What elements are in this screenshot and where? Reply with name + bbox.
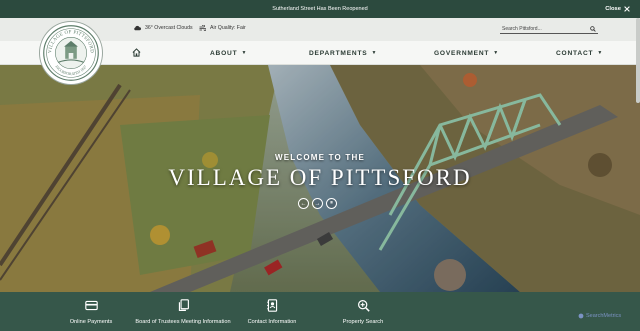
quick-links-bar: Online Payments Board of Trustees Meetin… bbox=[0, 292, 640, 331]
prev-icon[interactable]: ← bbox=[298, 198, 309, 209]
chevron-down-icon: ▼ bbox=[597, 50, 604, 56]
chevron-down-icon: ▼ bbox=[241, 50, 248, 56]
alert-message[interactable]: Sutherland Street Has Been Reopened bbox=[272, 6, 367, 12]
nav-about-label: ABOUT bbox=[210, 49, 238, 57]
quick-link-board-meetings[interactable]: Board of Trustees Meeting Information bbox=[130, 292, 236, 331]
slideshow-controls: ← → ⏸ bbox=[298, 198, 337, 209]
wind-icon bbox=[199, 25, 206, 31]
nav-contact-label: CONTACT bbox=[556, 49, 594, 57]
close-icon bbox=[624, 6, 630, 12]
page: Sutherland Street Has Been Reopened Clos… bbox=[0, 0, 640, 331]
hero-banner: WELCOME TO THE VILLAGE OF PITTSFORD ← → … bbox=[0, 65, 640, 292]
village-seal-logo[interactable]: VILLAGE OF PITTSFORD INCORPORATED 1827 bbox=[40, 22, 102, 84]
watermark: SearchMetrics bbox=[578, 313, 621, 319]
nav-departments[interactable]: DEPARTMENTS ▼ bbox=[309, 41, 377, 65]
page-scrollbar[interactable] bbox=[636, 18, 640, 103]
quick-link-online-payments[interactable]: Online Payments bbox=[60, 292, 122, 331]
quick-link-label: Contact Information bbox=[247, 319, 297, 325]
nav-government[interactable]: GOVERNMENT ▼ bbox=[434, 41, 499, 65]
quick-link-property-search[interactable]: Property Search bbox=[334, 292, 392, 331]
chevron-down-icon: ▼ bbox=[371, 50, 378, 56]
nav-departments-label: DEPARTMENTS bbox=[309, 49, 368, 57]
quick-link-contact-info[interactable]: Contact Information bbox=[240, 292, 304, 331]
nav-contact[interactable]: CONTACT ▼ bbox=[556, 41, 603, 65]
chevron-down-icon: ▼ bbox=[493, 50, 500, 56]
weather-text: 36° Overcast Clouds bbox=[145, 25, 193, 31]
weather-widget: 36° Overcast Clouds bbox=[133, 25, 193, 31]
search-plus-icon bbox=[357, 300, 370, 312]
quick-link-label: Board of Trustees Meeting Information bbox=[135, 319, 231, 325]
hero-title: VILLAGE OF PITTSFORD bbox=[168, 165, 472, 190]
alert-close-label: Close bbox=[605, 6, 621, 12]
hero-welcome-text: WELCOME TO THE bbox=[275, 153, 365, 162]
air-quality-text: Air Quality: Fair bbox=[210, 25, 246, 31]
nav-government-label: GOVERNMENT bbox=[434, 49, 490, 57]
search-placeholder: Search Pittsford... bbox=[502, 25, 542, 32]
search-icon[interactable] bbox=[590, 25, 596, 32]
alert-bar: Sutherland Street Has Been Reopened Clos… bbox=[0, 0, 640, 18]
pause-icon[interactable]: ⏸ bbox=[326, 198, 337, 209]
credit-card-icon bbox=[84, 300, 98, 311]
watermark-text: SearchMetrics bbox=[586, 313, 622, 319]
search-input[interactable]: Search Pittsford... bbox=[500, 24, 598, 34]
quick-link-label: Online Payments bbox=[69, 319, 113, 325]
watermark-logo-icon bbox=[578, 313, 584, 319]
home-icon[interactable] bbox=[132, 48, 141, 57]
contact-book-icon bbox=[266, 299, 277, 312]
quick-link-label: Property Search bbox=[342, 319, 384, 325]
cloud-icon bbox=[134, 25, 141, 31]
nav-about[interactable]: ABOUT ▼ bbox=[210, 41, 247, 65]
seal-graphic: VILLAGE OF PITTSFORD INCORPORATED 1827 bbox=[43, 25, 99, 81]
next-icon[interactable]: → bbox=[312, 198, 323, 209]
air-quality-widget: Air Quality: Fair bbox=[199, 25, 246, 31]
alert-close-button[interactable]: Close bbox=[605, 0, 630, 18]
copy-document-icon bbox=[178, 299, 189, 311]
